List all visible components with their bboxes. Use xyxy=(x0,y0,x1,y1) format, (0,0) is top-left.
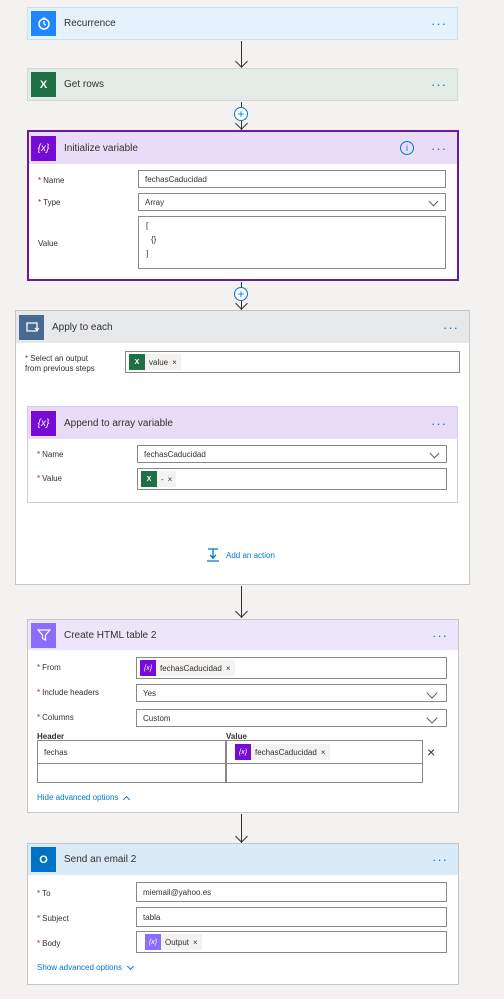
remove-token-icon[interactable]: × xyxy=(193,938,198,947)
append-variable-header[interactable]: {x} Append to array variable ··· xyxy=(28,407,457,439)
value-line: {} xyxy=(151,235,157,244)
apply-each-card[interactable]: Apply to each ··· * Select an output from… xyxy=(15,310,470,585)
variable-token[interactable]: {x} fechasCaducidad × xyxy=(140,660,235,676)
get-rows-header[interactable]: X Get rows ··· xyxy=(28,69,457,100)
include-headers-dropdown[interactable]: Yes xyxy=(136,684,447,702)
remove-token-icon[interactable]: × xyxy=(168,475,173,484)
value-token[interactable]: X value × xyxy=(129,354,181,370)
send-email-header[interactable]: O Send an email 2 ··· xyxy=(28,844,458,875)
body-field[interactable]: {x} Output × xyxy=(136,931,447,953)
chevron-down-icon xyxy=(428,196,439,207)
value-line: [ xyxy=(146,221,149,230)
clock-icon xyxy=(31,11,56,36)
init-variable-title: Initialize variable xyxy=(64,142,138,154)
chevron-down-icon xyxy=(429,448,440,459)
from-label: * From xyxy=(37,663,61,672)
excel-icon: X xyxy=(129,354,145,370)
add-action-label: Add an action xyxy=(226,550,275,560)
filter-icon: {x} xyxy=(145,934,161,950)
init-variable-menu-button[interactable]: ··· xyxy=(431,142,447,155)
value-label: Value xyxy=(38,239,58,248)
value-cell[interactable]: {x} fechasCaducidad × xyxy=(226,740,423,764)
recurrence-title: Recurrence xyxy=(64,18,116,29)
columns-label: * Columns xyxy=(37,713,74,722)
name-label: * Name xyxy=(37,450,64,459)
chevron-up-icon xyxy=(123,795,131,803)
variable-icon: {x} xyxy=(31,135,56,161)
send-email-title: Send an email 2 xyxy=(64,854,137,865)
add-action-icon xyxy=(207,548,219,562)
select-output-field[interactable]: X value × xyxy=(125,351,460,373)
info-icon[interactable]: i xyxy=(400,141,414,155)
get-rows-title: Get rows xyxy=(64,79,105,90)
type-dropdown[interactable]: Array xyxy=(138,193,446,211)
include-headers-label: * Include headers xyxy=(37,688,100,697)
name-dropdown[interactable]: fechasCaducidad xyxy=(137,445,447,463)
excel-icon: X xyxy=(31,72,56,97)
init-variable-header[interactable]: {x} Initialize variable i ··· xyxy=(29,132,457,164)
apply-each-title: Apply to each xyxy=(52,321,113,333)
recurrence-card[interactable]: Recurrence ··· xyxy=(27,7,458,40)
name-label: * Name xyxy=(38,176,65,185)
connector-arrowhead xyxy=(235,605,248,618)
value-label: * Value xyxy=(37,474,62,483)
select-output-label: * Select an output from previous steps xyxy=(25,354,95,373)
append-variable-menu-button[interactable]: ··· xyxy=(431,417,447,430)
expression-token[interactable]: X - × xyxy=(141,471,177,487)
connector-arrowhead xyxy=(235,55,248,68)
delete-row-icon[interactable]: × xyxy=(427,744,435,760)
get-rows-menu-button[interactable]: ··· xyxy=(431,78,447,91)
connector-arrowhead xyxy=(235,830,248,843)
value-field[interactable]: X - × xyxy=(137,468,447,490)
remove-token-icon[interactable]: × xyxy=(321,748,326,757)
recurrence-header[interactable]: Recurrence ··· xyxy=(28,8,457,39)
append-variable-title: Append to array variable xyxy=(64,417,173,429)
html-table-title: Create HTML table 2 xyxy=(64,629,157,641)
columns-dropdown[interactable]: Custom xyxy=(136,709,447,727)
show-advanced-options-link[interactable]: Show advanced options xyxy=(37,962,134,972)
subject-label: * Subject xyxy=(37,914,69,923)
header-cell[interactable]: fechas xyxy=(37,740,226,764)
get-rows-card[interactable]: X Get rows ··· xyxy=(27,68,458,101)
send-email-card[interactable]: O Send an email 2 ··· * To miemail@yahoo.… xyxy=(27,843,459,985)
value-textarea[interactable]: [ {} ] xyxy=(138,216,446,269)
value-cell-empty[interactable] xyxy=(226,763,423,783)
header-cell-empty[interactable] xyxy=(37,763,226,783)
value-line: ] xyxy=(146,249,149,258)
recurrence-menu-button[interactable]: ··· xyxy=(431,17,447,30)
apply-each-menu-button[interactable]: ··· xyxy=(443,321,459,334)
to-field[interactable]: miemail@yahoo.es xyxy=(136,882,447,902)
add-action-button[interactable]: Add an action xyxy=(206,548,275,562)
loop-icon xyxy=(19,314,44,340)
hide-advanced-options-link[interactable]: Hide advanced options xyxy=(37,793,131,803)
to-label: * To xyxy=(37,889,51,898)
html-table-card[interactable]: Create HTML table 2 ··· * From {x} fechas… xyxy=(27,619,459,813)
chevron-down-icon xyxy=(426,687,438,699)
outlook-icon: O xyxy=(31,847,56,872)
subject-field[interactable]: tabla xyxy=(136,907,447,927)
filter-icon xyxy=(31,622,56,648)
init-variable-card[interactable]: {x} Initialize variable i ··· * Name fech… xyxy=(27,130,459,281)
apply-each-header[interactable]: Apply to each ··· xyxy=(16,311,469,343)
send-email-menu-button[interactable]: ··· xyxy=(432,853,448,866)
body-label: * Body xyxy=(37,939,61,948)
append-variable-card[interactable]: {x} Append to array variable ··· * Name f… xyxy=(27,406,458,503)
from-field[interactable]: {x} fechasCaducidad × xyxy=(136,657,447,679)
excel-icon: X xyxy=(141,471,157,487)
type-label: * Type xyxy=(38,198,61,207)
variable-icon: {x} xyxy=(31,410,56,436)
name-field[interactable]: fechasCaducidad xyxy=(138,170,446,188)
chevron-down-icon xyxy=(426,712,438,724)
variable-token[interactable]: {x} fechasCaducidad × xyxy=(235,744,330,760)
html-table-menu-button[interactable]: ··· xyxy=(432,629,448,642)
remove-token-icon[interactable]: × xyxy=(226,664,231,673)
chevron-down-icon xyxy=(126,962,134,970)
output-token[interactable]: {x} Output × xyxy=(145,934,202,950)
variable-icon: {x} xyxy=(140,660,156,676)
remove-token-icon[interactable]: × xyxy=(172,358,177,367)
variable-icon: {x} xyxy=(235,744,251,760)
html-table-header[interactable]: Create HTML table 2 ··· xyxy=(28,620,458,650)
